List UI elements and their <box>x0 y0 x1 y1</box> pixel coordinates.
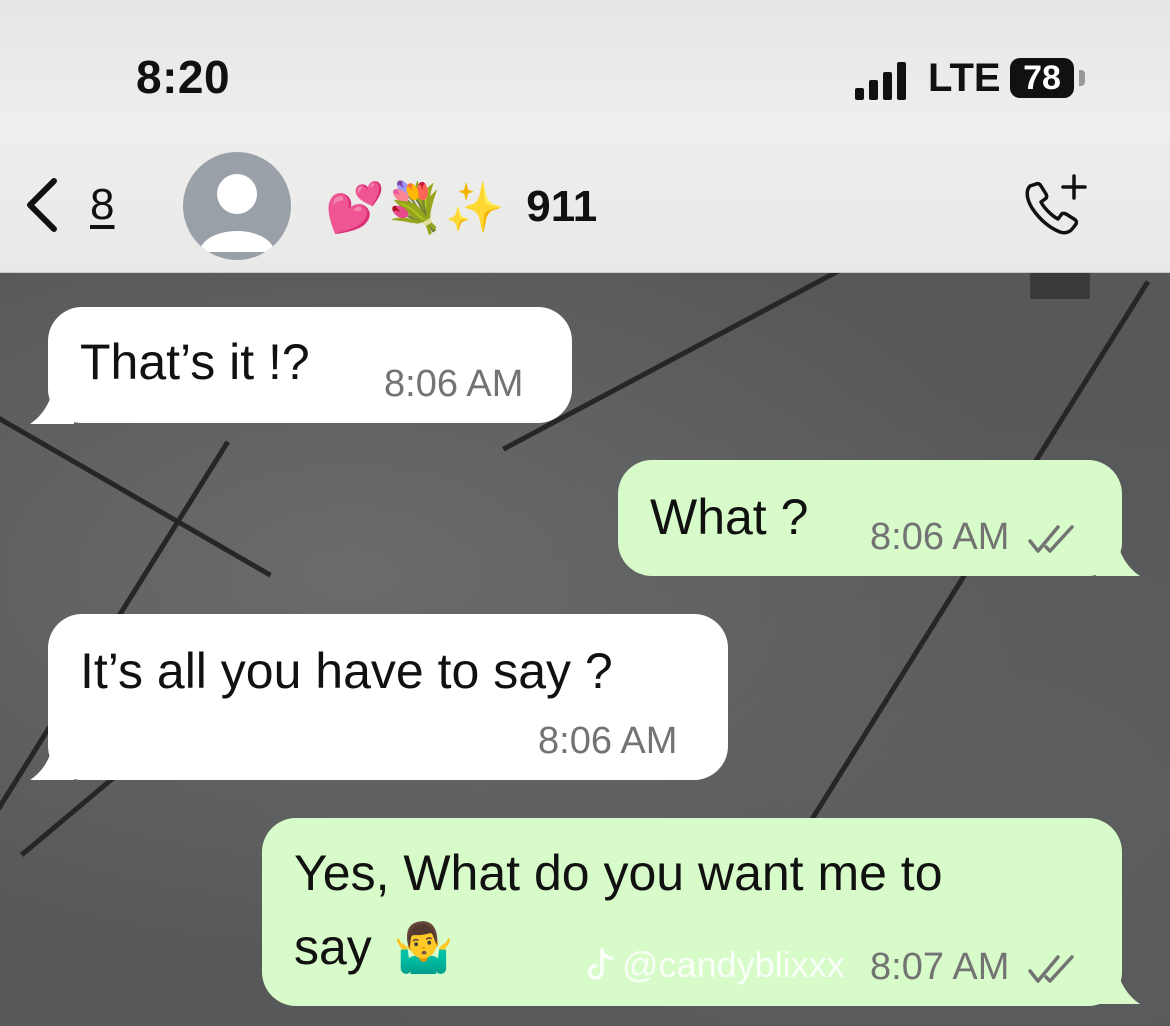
double-check-icon <box>1028 955 1074 983</box>
message-bubble-outgoing[interactable]: What ? 8:06 AM <box>618 460 1122 576</box>
message-text: It’s all you have to say ? <box>80 643 613 699</box>
avatar[interactable] <box>183 152 291 260</box>
contact-name[interactable]: 💕💐✨ 911 <box>325 172 597 242</box>
bubble-tail <box>1096 962 1140 1004</box>
message-time-wrap: 8:06 AM <box>870 516 1078 559</box>
battery-icon: 78 <box>1010 58 1074 98</box>
network-type: LTE <box>928 56 1001 100</box>
battery-nub <box>1079 70 1085 86</box>
message-bubble-incoming[interactable]: That’s it !? 8:06 AM <box>48 307 572 423</box>
add-call-button[interactable] <box>1016 170 1092 240</box>
add-call-icon <box>1025 174 1087 235</box>
message-text-line2-word: say <box>294 919 372 975</box>
battery-level: 78 <box>1023 58 1061 97</box>
message-time-wrap: 8:07 AM <box>870 946 1078 989</box>
message-text-line2: say 🤷‍♂️ <box>294 918 453 976</box>
tile-corner <box>1030 273 1090 299</box>
contact-number: 911 <box>526 182 598 231</box>
chevron-left-icon <box>27 178 57 232</box>
back-button[interactable]: 8 <box>22 170 142 240</box>
message-time: 8:06 AM <box>870 516 1010 558</box>
bubble-tail <box>30 382 74 424</box>
message-text-line1: Yes, What do you want me to <box>294 845 943 901</box>
message-time: 8:06 AM <box>538 720 678 762</box>
message-bubble-incoming[interactable]: It’s all you have to say ? 8:06 AM <box>48 614 728 780</box>
message-text: That’s it !? <box>80 334 310 390</box>
shrug-emoji: 🤷‍♂️ <box>393 922 454 975</box>
person-icon <box>199 174 275 252</box>
signal-icon <box>855 60 915 100</box>
bubble-tail <box>30 738 74 780</box>
status-time: 8:20 <box>136 51 231 103</box>
chat-header: 8:20 LTE 78 8 💕💐✨ 911 <box>0 0 1170 273</box>
tiktok-icon <box>587 948 614 980</box>
message-text: What ? <box>650 489 809 545</box>
watermark-handle: @candyblixxx <box>622 944 845 985</box>
message-time: 8:07 AM <box>870 946 1010 988</box>
bubble-tail <box>1096 534 1140 576</box>
tiktok-watermark: @candyblixxx <box>586 944 845 986</box>
double-check-icon <box>1028 525 1074 553</box>
contact-emojis: 💕💐✨ <box>325 181 505 235</box>
message-time: 8:06 AM <box>384 363 524 405</box>
unread-count: 8 <box>90 180 115 229</box>
